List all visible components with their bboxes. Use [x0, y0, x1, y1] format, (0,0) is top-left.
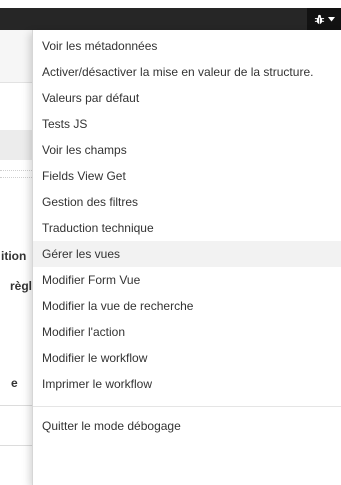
- menu-item-imprimer-workflow[interactable]: Imprimer le workflow: [33, 371, 341, 397]
- background-label: e: [11, 376, 18, 390]
- menu-item-traduction-technique[interactable]: Traduction technique: [33, 215, 341, 241]
- menu-item-tests-js[interactable]: Tests JS: [33, 111, 341, 137]
- top-navbar: [0, 8, 341, 30]
- caret-down-icon: [327, 16, 335, 22]
- top-edge: [0, 0, 341, 8]
- menu-item-toggle-structure-highlight[interactable]: Activer/désactiver la mise en valeur de …: [33, 59, 341, 85]
- menu-item-modifier-action[interactable]: Modifier l'action: [33, 319, 341, 345]
- menu-item-voir-metadonnees[interactable]: Voir les métadonnées: [33, 33, 341, 59]
- debug-dropdown-menu: Voir les métadonnées Activer/désactiver …: [32, 30, 341, 485]
- menu-divider: [33, 406, 341, 407]
- menu-item-modifier-vue-recherche[interactable]: Modifier la vue de recherche: [33, 293, 341, 319]
- menu-item-fields-view-get[interactable]: Fields View Get: [33, 163, 341, 189]
- background-label: ition: [1, 249, 27, 263]
- menu-item-modifier-form-vue[interactable]: Modifier Form Vue: [33, 267, 341, 293]
- menu-item-valeurs-par-defaut[interactable]: Valeurs par défaut: [33, 85, 341, 111]
- menu-item-quitter-debogage[interactable]: Quitter le mode débogage: [33, 413, 341, 439]
- menu-item-voir-champs[interactable]: Voir les champs: [33, 137, 341, 163]
- background-label: règl: [10, 279, 33, 293]
- menu-item-gerer-vues[interactable]: Gérer les vues: [33, 241, 341, 267]
- menu-item-gestion-filtres[interactable]: Gestion des filtres: [33, 189, 341, 215]
- menu-item-modifier-workflow[interactable]: Modifier le workflow: [33, 345, 341, 371]
- bug-icon: [314, 14, 325, 25]
- debug-menu-toggle[interactable]: [307, 8, 341, 30]
